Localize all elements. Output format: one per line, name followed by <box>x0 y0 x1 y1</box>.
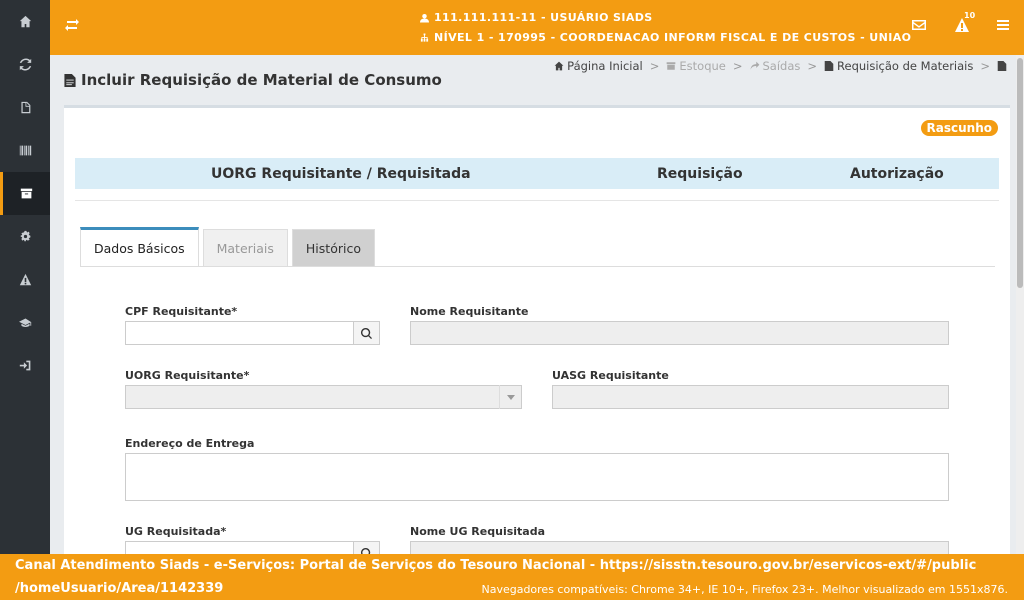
footer-link-line1[interactable]: Canal Atendimento Siads - e-Serviços: Po… <box>15 558 976 573</box>
sidebar-item-documents[interactable] <box>0 86 50 129</box>
envelope-icon[interactable] <box>911 17 927 33</box>
warning-icon <box>19 273 31 286</box>
sidebar <box>0 0 50 600</box>
header-requisicao: Requisição <box>657 166 743 182</box>
sidebar-item-archive[interactable] <box>0 172 50 215</box>
header-uorg: UORG Requisitante / Requisitada <box>211 166 471 182</box>
page-title-text: Incluir Requisição de Material de Consum… <box>81 71 442 89</box>
cpf-label: CPF Requisitante* <box>125 305 238 318</box>
sidebar-item-training[interactable] <box>0 301 50 344</box>
workflow-header: UORG Requisitante / Requisitada Requisiç… <box>75 158 999 189</box>
tab-list: Dados Básicos Materiais Histórico <box>80 227 375 266</box>
sidebar-item-alerts[interactable] <box>0 258 50 301</box>
sidebar-item-barcode[interactable] <box>0 129 50 172</box>
breadcrumb-current <box>997 59 1010 73</box>
archive-icon <box>667 62 676 70</box>
archive-icon <box>20 188 33 199</box>
document-icon <box>824 61 834 71</box>
sidebar-item-home[interactable] <box>0 0 50 43</box>
refresh-icon <box>19 58 31 71</box>
header-autorizacao: Autorização <box>850 166 944 182</box>
sidebar-item-settings[interactable] <box>0 215 50 258</box>
browser-compat-note: Navegadores compatíveis: Chrome 34+, IE … <box>481 583 1008 596</box>
sitemap-icon <box>420 33 429 42</box>
breadcrumb-estoque: Estoque <box>666 59 726 73</box>
menu-icon[interactable] <box>995 17 1011 33</box>
swap-icon[interactable] <box>64 17 80 33</box>
ug-requisitada-label: UG Requisitada* <box>125 525 227 538</box>
divider <box>75 200 999 201</box>
share-icon <box>750 61 759 70</box>
tab-dados-basicos[interactable]: Dados Básicos <box>80 227 199 266</box>
tab-underline <box>80 266 995 267</box>
tab-materiais: Materiais <box>202 229 288 266</box>
main-content: Incluir Requisição de Material de Consum… <box>50 55 1024 565</box>
document-icon <box>64 73 76 87</box>
form-card: Rascunho UORG Requisitante / Requisitada… <box>64 105 1010 565</box>
chevron-down-icon <box>499 385 521 409</box>
org-info: NÍVEL 1 - 170995 - COORDENACAO INFORM FI… <box>420 31 911 44</box>
nome-requisitante-field <box>410 321 949 345</box>
sidebar-item-refresh[interactable] <box>0 43 50 86</box>
document-icon <box>997 61 1007 71</box>
breadcrumb: Página Inicial > Estoque > Saídas > Requ… <box>554 59 1010 73</box>
cpf-search-button[interactable] <box>353 321 380 345</box>
alerts-count-badge: 10 <box>964 11 976 20</box>
uorg-requisitante-label: UORG Requisitante* <box>125 369 250 382</box>
uasg-requisitante-label: UASG Requisitante <box>552 369 669 382</box>
user-label: 111.111.111-11 - USUÁRIO SIADS <box>434 11 653 24</box>
page-title: Incluir Requisição de Material de Consum… <box>64 71 442 89</box>
status-badge: Rascunho <box>920 120 998 136</box>
gears-icon <box>20 230 30 242</box>
cpf-input[interactable] <box>125 321 354 345</box>
user-info: 111.111.111-11 - USUÁRIO SIADS <box>420 11 653 24</box>
sign-out-icon <box>19 360 30 371</box>
endereco-label: Endereço de Entrega <box>125 437 255 450</box>
sidebar-item-logout[interactable] <box>0 344 50 387</box>
graduation-cap-icon <box>18 318 31 327</box>
nome-ug-label: Nome UG Requisitada <box>410 525 546 538</box>
org-label: NÍVEL 1 - 170995 - COORDENACAO INFORM FI… <box>434 31 912 44</box>
breadcrumb-requisicao: Requisição de Materiais <box>824 59 973 73</box>
search-icon <box>361 327 372 339</box>
uasg-requisitante-field <box>552 385 949 409</box>
user-icon <box>420 13 429 22</box>
uorg-requisitante-select[interactable] <box>125 385 522 409</box>
document-money-icon <box>20 101 30 114</box>
home-icon <box>19 15 31 28</box>
footer-link-line2[interactable]: /homeUsuario/Area/1142339 <box>15 581 223 596</box>
barcode-icon <box>19 145 31 156</box>
topbar: 111.111.111-11 - USUÁRIO SIADS NÍVEL 1 -… <box>50 0 1024 55</box>
scrollbar-thumb[interactable] <box>1017 58 1023 288</box>
footer: Canal Atendimento Siads - e-Serviços: Po… <box>0 554 1024 600</box>
tab-historico[interactable]: Histórico <box>291 229 375 266</box>
breadcrumb-saidas: Saídas <box>750 59 800 73</box>
nome-requisitante-label: Nome Requisitante <box>410 305 529 318</box>
home-icon <box>554 61 564 71</box>
endereco-textarea[interactable] <box>125 453 949 501</box>
breadcrumb-home[interactable]: Página Inicial <box>554 59 643 73</box>
